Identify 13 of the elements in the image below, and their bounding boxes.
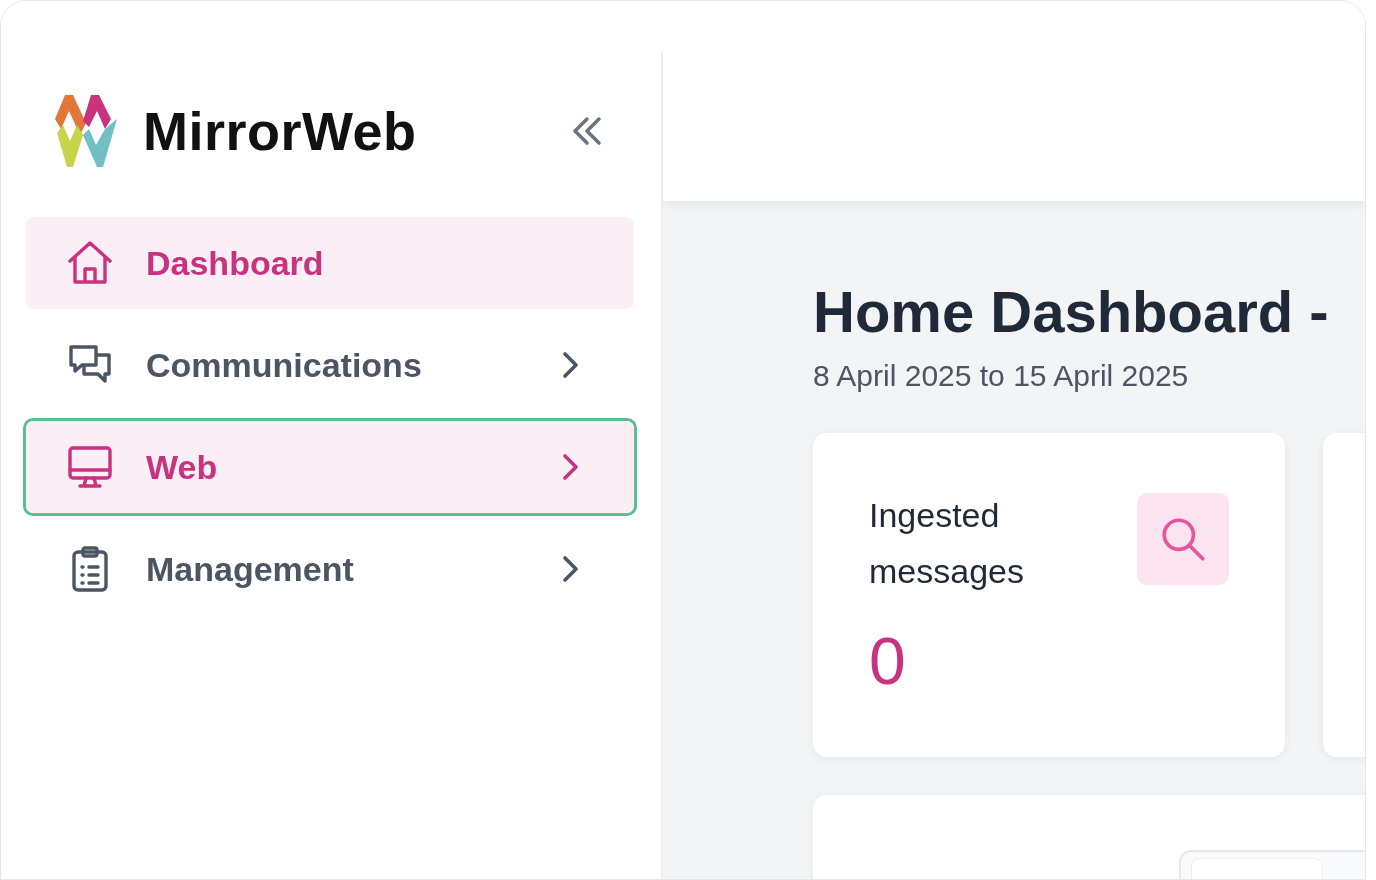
nav-item[interactable]: Dashboard: [26, 217, 634, 309]
search-icon: [1137, 493, 1229, 585]
home-icon: [66, 239, 114, 287]
date-range: 8 April 2025 to 15 April 2025: [813, 359, 1190, 393]
logo-icon: [53, 93, 119, 169]
nav-item[interactable]: Management: [26, 523, 634, 615]
page-title: Home Dashboard -: [813, 279, 1330, 345]
monitor-icon: [66, 443, 114, 491]
nav-item[interactable]: Communications: [26, 319, 634, 411]
stat-value: 0: [869, 623, 907, 699]
nav-item[interactable]: Web: [26, 421, 634, 513]
brand-name: MirrorWeb: [143, 100, 417, 162]
stat-label: Ingested messages: [869, 495, 1025, 592]
